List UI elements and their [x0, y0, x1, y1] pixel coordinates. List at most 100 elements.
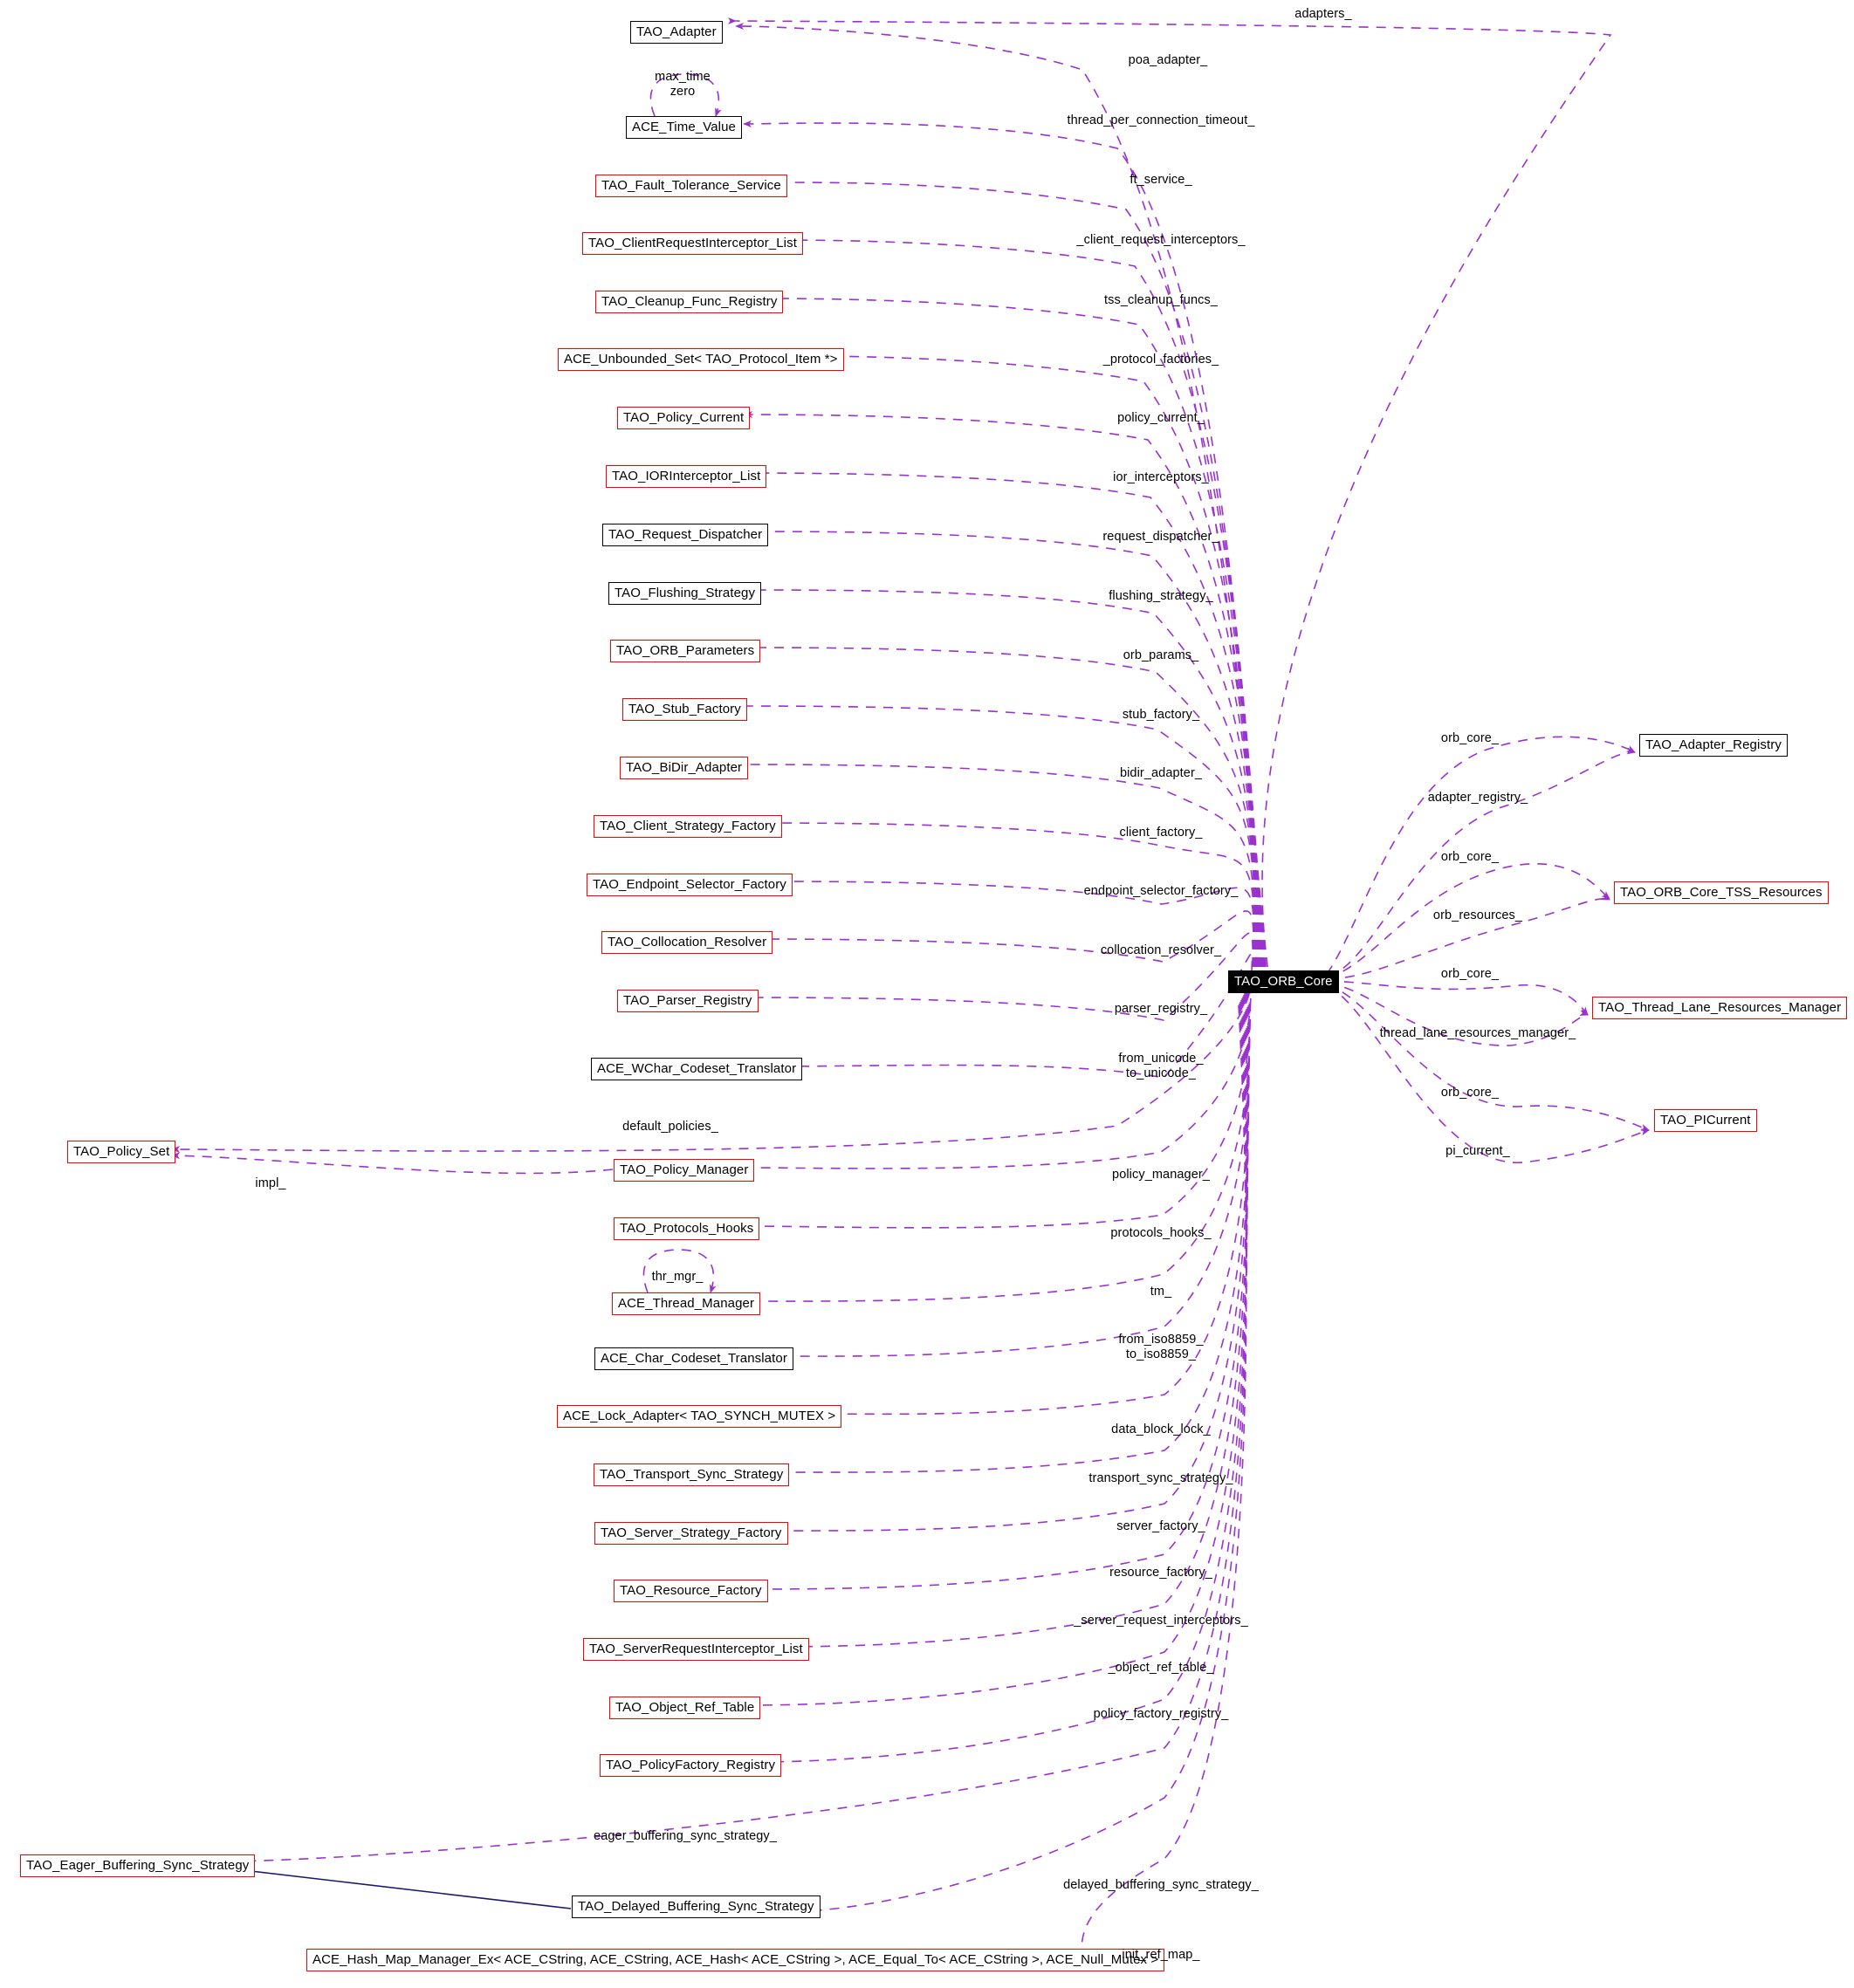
node-tao-policyfactory-registry[interactable]: TAO_PolicyFactory_Registry: [600, 1754, 782, 1777]
node-tao-delayed-buffering-sync-strategy[interactable]: TAO_Delayed_Buffering_Sync_Strategy: [572, 1895, 821, 1918]
edge-label-pi-current: pi_current_: [1445, 1144, 1510, 1158]
node-tao-orb-parameters[interactable]: TAO_ORB_Parameters: [610, 640, 761, 662]
edge-label-ior-interceptors: ior_interceptors_: [1113, 470, 1209, 484]
node-tao-serverrequestinterceptor-list[interactable]: TAO_ServerRequestInterceptor_List: [583, 1638, 809, 1661]
edge-label-impl: impl_: [255, 1176, 286, 1190]
node-tao-server-strategy-factory[interactable]: TAO_Server_Strategy_Factory: [594, 1522, 788, 1545]
node-tao-bidir-adapter[interactable]: TAO_BiDir_Adapter: [620, 757, 749, 779]
node-tao-policy-set[interactable]: TAO_Policy_Set: [67, 1141, 176, 1163]
edge-inherit-delayed-to-eager: [220, 1864, 572, 1909]
node-ace-char-codeset-translator[interactable]: ACE_Char_Codeset_Translator: [594, 1347, 793, 1370]
edge-thread-per-connection-timeout: [743, 120, 1267, 968]
node-tao-transport-sync-strategy[interactable]: TAO_Transport_Sync_Strategy: [594, 1464, 790, 1486]
edge-label-tss-cleanup-funcs: tss_cleanup_funcs_: [1104, 293, 1218, 307]
edge-label-orb-core-3: orb_core_: [1440, 967, 1500, 981]
node-tao-iorinterceptor-list[interactable]: TAO_IORInterceptor_List: [606, 465, 767, 488]
node-tao-adapter[interactable]: TAO_Adapter: [630, 21, 723, 44]
node-tao-client-strategy-factory[interactable]: TAO_Client_Strategy_Factory: [594, 815, 782, 838]
edge-label-thread-lane-resources-manager: thread_lane_resources_manager_: [1379, 1026, 1576, 1040]
node-tao-parser-registry[interactable]: TAO_Parser_Registry: [617, 990, 759, 1012]
edge-collocation-resolver: [752, 910, 1254, 968]
edge-policy-factory-registry: [753, 999, 1248, 1765]
edge-layer: [171, 17, 1650, 1967]
edge-label-server-factory: server_factory_: [1116, 1519, 1205, 1533]
edge-label-resource-factory: resource_factory_: [1109, 1566, 1212, 1580]
node-tao-flushing-strategy[interactable]: TAO_Flushing_Strategy: [608, 582, 762, 605]
node-tao-stub-factory[interactable]: TAO_Stub_Factory: [622, 698, 747, 721]
node-tao-policy-current[interactable]: TAO_Policy_Current: [617, 407, 751, 429]
edge-label-poa-adapter: poa_adapter_: [1128, 53, 1208, 67]
node-ace-lock-adapter-tao-synch-mutex[interactable]: ACE_Lock_Adapter< TAO_SYNCH_MUTEX >: [557, 1405, 842, 1428]
node-ace-thread-manager[interactable]: ACE_Thread_Manager: [612, 1292, 761, 1315]
edge-protocols-hooks: [742, 984, 1252, 1231]
edge-label-adapters: adapters_: [1294, 7, 1352, 21]
edge-label-protocols-hooks: protocols_hooks_: [1110, 1226, 1212, 1240]
edge-label-collocation-resolver: collocation_resolver_: [1100, 943, 1222, 957]
node-tao-fault-tolerance-service[interactable]: TAO_Fault_Tolerance_Service: [595, 175, 787, 197]
edge-label-bidir-adapter: bidir_adapter_: [1119, 766, 1203, 780]
edge-label-server-request-interceptors: _server_request_interceptors_: [1074, 1614, 1248, 1628]
edge-label-default-policies: default_policies_: [622, 1120, 718, 1134]
edge-eager-buffering-sync-strategy: [220, 1001, 1248, 1865]
edge-label-tm: tm_: [1150, 1285, 1172, 1299]
edge-bidir-adapter: [739, 761, 1257, 968]
edge-resource-factory: [745, 994, 1249, 1593]
inheritance-edges: [220, 1864, 572, 1909]
edge-label-object-ref-table: _object_ref_table_: [1108, 1661, 1214, 1675]
node-tao-orb-core-tss-resources[interactable]: TAO_ORB_Core_TSS_Resources: [1614, 881, 1829, 904]
edge-label-thread-per-connection-timeout: thread_per_connection_timeout_: [1067, 113, 1255, 127]
node-tao-clientrequestinterceptor-list[interactable]: TAO_ClientRequestInterceptor_List: [582, 232, 803, 255]
edge-label-ft-service: ft_service_: [1130, 173, 1192, 187]
edge-label-orb-core-1: orb_core_: [1440, 731, 1500, 745]
edge-label-from-to-unicode: from_unicode_ to_unicode_: [1118, 1052, 1204, 1080]
node-ace-time-value[interactable]: ACE_Time_Value: [626, 116, 742, 139]
edge-orb-params: [744, 644, 1259, 968]
node-tao-object-ref-table[interactable]: TAO_Object_Ref_Table: [609, 1697, 761, 1719]
edge-tm: [745, 985, 1251, 1306]
edge-label-thr-mgr: thr_mgr_: [651, 1270, 704, 1284]
node-ace-wchar-codeset-translator[interactable]: ACE_WChar_Codeset_Translator: [591, 1058, 803, 1080]
edge-label-policy-factory-registry: policy_factory_registry_: [1093, 1707, 1229, 1721]
edge-label-protocol-factories: _protocol_factories_: [1102, 353, 1219, 367]
edge-label-transport-sync-strategy: transport_sync_strategy_: [1088, 1471, 1233, 1485]
edge-server-request-interceptors: [772, 996, 1249, 1650]
edge-label-policy-current: policy_current_: [1117, 411, 1205, 425]
edge-label-data-block-lock: data_block_lock_: [1111, 1422, 1211, 1436]
node-tao-policy-manager[interactable]: TAO_Policy_Manager: [614, 1159, 755, 1182]
node-tao-protocols-hooks[interactable]: TAO_Protocols_Hooks: [614, 1217, 760, 1240]
collaboration-diagram-canvas: TAO_ORB_Core TAO_Adapter ACE_Time_Value …: [0, 0, 1854, 1988]
edge-label-request-dispatcher: request_dispatcher_: [1102, 530, 1219, 544]
node-tao-orb-core[interactable]: TAO_ORB_Core: [1228, 970, 1339, 993]
node-tao-collocation-resolver[interactable]: TAO_Collocation_Resolver: [601, 931, 773, 954]
node-ace-unbounded-set-tao-protocol-item[interactable]: ACE_Unbounded_Set< TAO_Protocol_Item *>: [558, 348, 844, 371]
edge-label-orb-core-4: orb_core_: [1440, 1086, 1500, 1100]
node-tao-adapter-registry[interactable]: TAO_Adapter_Registry: [1639, 734, 1788, 757]
edge-label-flushing-strategy: flushing_strategy_: [1109, 589, 1213, 603]
edge-label-stub-factory: stub_factory_: [1122, 708, 1200, 722]
edge-label-adapter-registry: adapter_registry_: [1427, 791, 1528, 805]
edge-label-client-factory: client_factory_: [1119, 826, 1203, 840]
node-tao-thread-lane-resources-manager[interactable]: TAO_Thread_Lane_Resources_Manager: [1592, 997, 1848, 1019]
node-tao-cleanup-func-registry[interactable]: TAO_Cleanup_Func_Registry: [595, 291, 784, 313]
node-tao-resource-factory[interactable]: TAO_Resource_Factory: [614, 1580, 768, 1602]
node-tao-picurrent[interactable]: TAO_PICurrent: [1654, 1109, 1757, 1132]
edge-impl: [171, 1152, 614, 1175]
node-ace-hash-map-manager-ex[interactable]: ACE_Hash_Map_Manager_Ex< ACE_CString, AC…: [306, 1949, 1165, 1971]
edge-label-parser-registry: parser_registry_: [1114, 1002, 1208, 1016]
usage-edges: [171, 17, 1612, 1967]
edge-tss-cleanup-funcs: [766, 295, 1264, 968]
edge-label-init-ref-map: init_ref_map_: [1122, 1948, 1200, 1962]
edge-label-from-to-iso8859: from_iso8859_ to_iso8859_: [1118, 1333, 1204, 1361]
edge-label-client-request-interceptors: _client_request_interceptors_: [1076, 233, 1246, 247]
edge-label-endpoint-selector-factory: endpoint_selector_factory_: [1083, 884, 1239, 898]
edge-label-max-time-zero: max_time zero: [655, 70, 711, 99]
edge-label-orb-resources: orb_resources_: [1432, 908, 1523, 922]
node-tao-request-dispatcher[interactable]: TAO_Request_Dispatcher: [602, 524, 769, 546]
edge-label-policy-manager: policy_manager_: [1112, 1168, 1210, 1182]
node-tao-endpoint-selector-factory[interactable]: TAO_Endpoint_Selector_Factory: [587, 874, 793, 896]
edge-label-orb-core-2: orb_core_: [1440, 850, 1500, 864]
edge-label-eager-buffering-sync-strategy: eager_buffering_sync_strategy_: [594, 1829, 777, 1843]
edge-label-orb-params: orb_params_: [1123, 648, 1199, 662]
edge-label-delayed-buffering-sync-strategy: delayed_buffering_sync_strategy_: [1063, 1878, 1259, 1892]
node-tao-eager-buffering-sync-strategy[interactable]: TAO_Eager_Buffering_Sync_Strategy: [20, 1854, 256, 1877]
